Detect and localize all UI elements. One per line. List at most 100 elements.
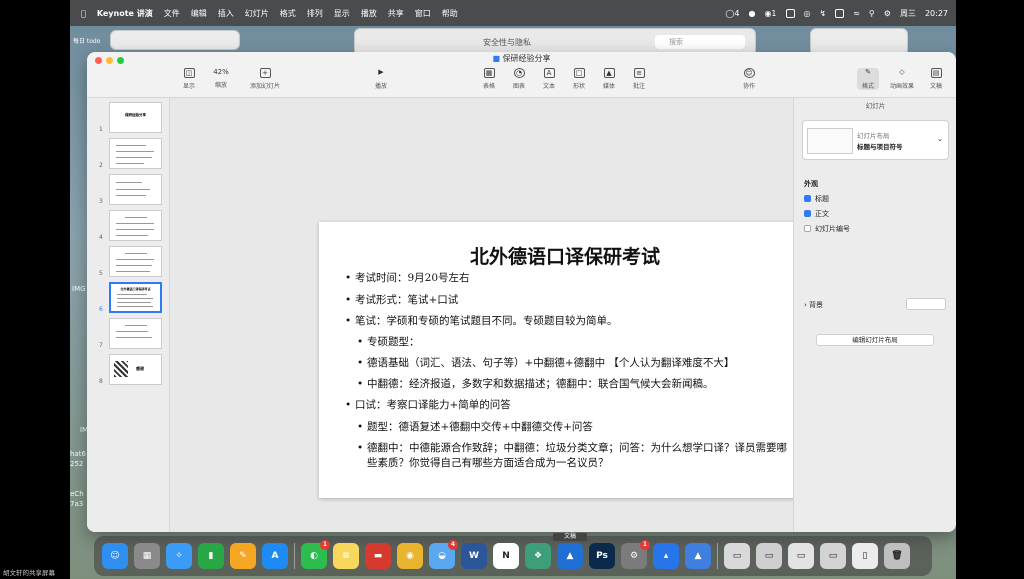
sub-bullet-item[interactable]: • 题型：德语复述+德翻中交传+中翻德交传+问答 xyxy=(357,420,797,435)
bullet-item[interactable]: • 考试时间：9月20号左右 xyxy=(345,271,795,286)
sub-bullet-item[interactable]: • 德语基础（词汇、语法、句子等）+中翻德+德翻中 【个人认为翻译难度不大】 xyxy=(357,356,797,371)
dock-win5-icon[interactable]: ▯ xyxy=(852,543,878,569)
menu-insert[interactable]: 插入 xyxy=(218,8,234,19)
media-button[interactable]: ▲ 媒体 xyxy=(599,68,619,90)
slide-thumbnail-3[interactable] xyxy=(109,174,162,205)
menu-edit[interactable]: 编辑 xyxy=(191,8,207,19)
sub-bullet-item[interactable]: • 中翻德：经济报道，多数字和数据描述；德翻中：联合国气候大会新闻稿。 xyxy=(357,377,797,392)
sub-bullet-item[interactable]: • 专硕题型： xyxy=(357,335,797,350)
slide-thumbnail-6[interactable]: 北外德语口译保研考试 xyxy=(109,282,162,313)
text-button[interactable]: A 文本 xyxy=(539,68,559,90)
menu-arrange[interactable]: 排列 xyxy=(307,8,323,19)
body-checkbox[interactable]: 正文 xyxy=(804,209,829,219)
dock-win2-icon[interactable]: ▭ xyxy=(756,543,782,569)
dock-wechat-icon[interactable]: ◐ 1 xyxy=(301,540,330,569)
dock-win1-icon[interactable]: ▭ xyxy=(724,543,750,569)
security-search-field[interactable]: 搜索 xyxy=(655,35,745,49)
control-center-icon[interactable]: ⚙ xyxy=(884,9,891,18)
inspector-tab-slide[interactable]: 幻灯片 xyxy=(794,100,956,110)
wifi-icon[interactable]: ≈ xyxy=(853,9,860,18)
format-button[interactable]: ✎ 格式 xyxy=(857,68,879,90)
menu-help[interactable]: 帮助 xyxy=(442,8,458,19)
close-window-icon[interactable] xyxy=(95,57,102,64)
dock-bookmarks-icon[interactable]: ❖ xyxy=(525,543,551,569)
slide-thumbnail-8[interactable]: 感谢 xyxy=(109,354,162,385)
clock[interactable]: 20:27 xyxy=(925,9,948,18)
slide-thumbnail-7[interactable] xyxy=(109,318,162,349)
menu-view[interactable]: 显示 xyxy=(334,8,350,19)
menu-format[interactable]: 格式 xyxy=(280,8,296,19)
menu-window[interactable]: 窗口 xyxy=(415,8,431,19)
dock-appstore-icon[interactable]: A xyxy=(262,543,288,569)
dock-keynote2-icon[interactable]: ▲ xyxy=(685,543,711,569)
screen-icon[interactable] xyxy=(785,8,795,18)
dock-notes-icon[interactable]: ≡ xyxy=(333,543,359,569)
dock-keynote-icon[interactable]: ▲ 文稿 xyxy=(553,533,587,569)
bullet-item[interactable]: • 口试：考察口译能力+简单的问答 xyxy=(345,398,795,413)
dock-chrome-icon[interactable]: ◉ xyxy=(397,543,423,569)
bullet-item[interactable]: • 考试形式：笔试+口试 xyxy=(345,293,795,308)
bullet-item[interactable]: • 笔试：学硕和专硕的笔试题目不同。专硕题目较为简单。 xyxy=(345,314,795,329)
slide-layout-picker[interactable]: 幻灯片布局 标题与项目符号 ⌄ xyxy=(802,120,949,160)
dock-launchpad-icon[interactable]: ▦ xyxy=(134,543,160,569)
table-button[interactable]: ▦ 表格 xyxy=(479,68,499,90)
dock-word-icon[interactable]: W xyxy=(461,543,487,569)
current-slide[interactable]: 北外德语口译保研考试 • 考试时间：9月20号左右 • 考试形式：笔试+口试 • 笔试… xyxy=(319,222,811,498)
slide-thumbnail-5[interactable] xyxy=(109,246,162,277)
sub-bullet-item[interactable]: • 德翻中：中德能源合作致辞；中翻德：垃圾分类文章；问答：为什么想学口译？译员需要… xyxy=(357,441,797,471)
dock-lanhu-icon[interactable]: ▴ xyxy=(653,543,679,569)
dock-translator-icon[interactable]: ▬ xyxy=(365,543,391,569)
menu-play[interactable]: 播放 xyxy=(361,8,377,19)
dock-numbers-icon[interactable]: ▮ xyxy=(198,543,224,569)
slide-canvas[interactable]: 北外德语口译保研考试 • 考试时间：9月20号左右 • 考试形式：笔试+口试 • 笔试… xyxy=(170,98,811,532)
dock-settings-icon[interactable]: ⚙ 1 xyxy=(621,540,650,569)
play-button[interactable]: ▶ 播放 xyxy=(369,68,393,90)
dock-photoshop-icon[interactable]: Ps xyxy=(589,543,615,569)
shape-button[interactable]: □ 形状 xyxy=(569,68,589,90)
chart-button[interactable]: ◔ 图表 xyxy=(509,68,529,90)
back-window-todo[interactable]: 每日 todo xyxy=(73,30,240,50)
collaborate-button[interactable]: ☺ 协作 xyxy=(739,68,759,90)
title-checkbox[interactable]: 标题 xyxy=(804,194,829,204)
document-button[interactable]: ▤ 文稿 xyxy=(925,68,947,90)
spotlight-icon[interactable]: ⚲ xyxy=(869,9,875,18)
dock-glyph: ☺ xyxy=(110,551,120,561)
dock-trash-icon[interactable]: 🗑 xyxy=(884,543,910,569)
desktop:  Keynote 讲演 文件 编辑 插入 幻灯片 格式 排列 显示 播放 共享… xyxy=(70,0,956,579)
dock-glyph: ▲ xyxy=(566,551,574,561)
dock-qq-icon[interactable]: ◒ 4 xyxy=(429,540,458,569)
comment-button[interactable]: ≡ 批注 xyxy=(629,68,649,90)
background-section[interactable]: › 背景 xyxy=(804,300,823,310)
dock-finder-icon[interactable]: ☺ xyxy=(102,543,128,569)
dock-win3-icon[interactable]: ▭ xyxy=(788,543,814,569)
menu-share[interactable]: 共享 xyxy=(388,8,404,19)
battery-icon[interactable] xyxy=(835,8,845,18)
menu-app-name[interactable]: Keynote 讲演 xyxy=(97,8,153,19)
record-icon[interactable]: ◎ xyxy=(804,9,811,18)
zoom-window-icon[interactable] xyxy=(117,57,124,64)
edit-slide-layout-button[interactable]: 编辑幻灯片布局 xyxy=(816,334,934,346)
background-color-well[interactable] xyxy=(906,298,946,310)
dock-win4-icon[interactable]: ▭ xyxy=(820,543,846,569)
search-status-icon[interactable]: ● xyxy=(748,9,755,18)
wechat-count: 1 xyxy=(771,8,777,18)
menu-file[interactable]: 文件 xyxy=(164,8,180,19)
slide-thumbnail-4[interactable] xyxy=(109,210,162,241)
add-slide-button[interactable]: + 添加幻灯片 xyxy=(245,68,285,90)
apple-icon[interactable]:  xyxy=(81,9,86,18)
slide-number-checkbox[interactable]: 幻灯片编号 xyxy=(804,224,850,234)
menu-slide[interactable]: 幻灯片 xyxy=(245,8,269,19)
view-button[interactable]: ◫ 显示 xyxy=(177,68,201,90)
dock-safari-icon[interactable]: ✧ xyxy=(166,543,192,569)
mixer-icon[interactable]: ↯ xyxy=(820,9,827,18)
zoom-button[interactable]: 42% 缩放 xyxy=(207,68,235,89)
slide-title[interactable]: 北外德语口译保研考试 xyxy=(319,242,811,269)
dock-pages-icon[interactable]: ✎ xyxy=(230,543,256,569)
slide-thumbnail-2[interactable] xyxy=(109,138,162,169)
wechat-status-icon[interactable]: ◉1 xyxy=(764,9,776,18)
dock-notion-icon[interactable]: N xyxy=(493,543,519,569)
slide-thumbnail-1[interactable]: 保研经验分享 xyxy=(109,102,162,133)
minimize-window-icon[interactable] xyxy=(106,57,113,64)
notification-icon[interactable]: ◯4 xyxy=(725,9,739,18)
animate-button[interactable]: ◇ 动画效果 xyxy=(885,68,919,90)
